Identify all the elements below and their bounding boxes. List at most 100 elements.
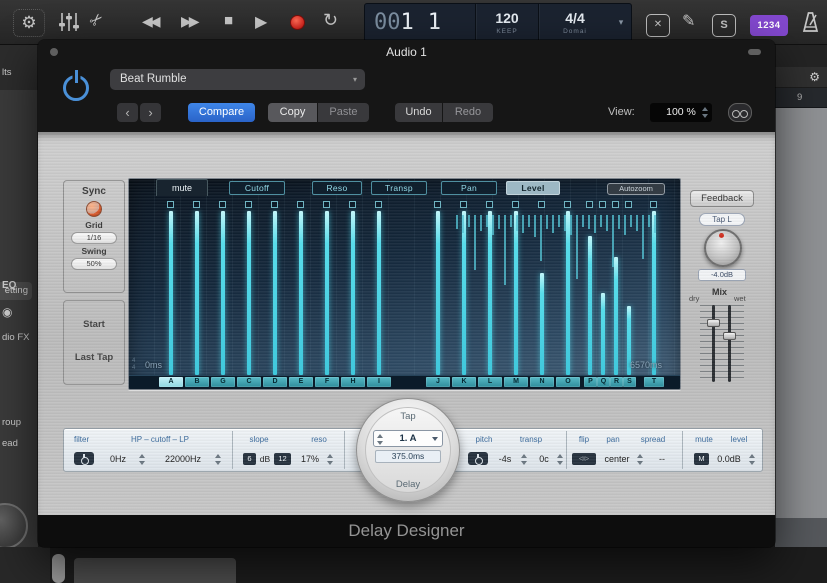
tap-letter-Q[interactable]: Q — [597, 377, 610, 387]
tap-toggle-P[interactable] — [586, 201, 593, 208]
play-button[interactable]: ▶ — [255, 12, 267, 32]
stop-button[interactable]: ■ — [224, 12, 233, 29]
level-value-field[interactable]: 0.0dB — [712, 454, 746, 464]
feedback-tap-select[interactable]: Tap L — [699, 213, 745, 226]
playhead-position[interactable]: 0011 — [365, 4, 475, 41]
audio-fx-label-cutoff[interactable]: dio FX — [2, 332, 29, 343]
view-zoom-stepper[interactable]: 100 % — [650, 103, 712, 122]
settings-gear-icon[interactable]: ⚙ — [13, 9, 45, 37]
group-label-cutoff[interactable]: roup — [2, 417, 21, 428]
tap-letter-P[interactable]: P — [584, 377, 597, 387]
previous-preset-button[interactable]: ‹ — [117, 103, 138, 122]
tap-letter-M[interactable]: M — [504, 377, 528, 387]
forward-button[interactable]: ▶▶ — [181, 13, 197, 30]
redo-button[interactable]: Redo — [443, 103, 493, 122]
dry-slider-handle[interactable] — [707, 319, 720, 327]
tap-bar-R[interactable] — [614, 257, 618, 375]
next-preset-button[interactable]: › — [140, 103, 161, 122]
tap-toggle-I[interactable] — [375, 201, 382, 208]
dry-slider[interactable] — [712, 305, 715, 382]
tap-toggle-C[interactable] — [245, 201, 252, 208]
view-tab-cutoff[interactable]: Cutoff — [229, 181, 285, 195]
record-button[interactable] — [290, 15, 305, 30]
tap-bar-Q[interactable] — [601, 293, 605, 375]
scissors-tool-icon[interactable]: ✂ — [85, 8, 109, 32]
level-stepper[interactable] — [748, 453, 756, 466]
paste-button[interactable]: Paste — [318, 103, 369, 122]
tap-bar-K[interactable] — [462, 211, 466, 375]
pitch-cents-field[interactable]: 0c — [534, 454, 554, 464]
dismiss-box-icon[interactable]: ✕ — [646, 14, 670, 37]
tap-bar-L[interactable] — [488, 211, 492, 375]
view-tab-level-selected[interactable]: Level — [506, 181, 560, 195]
tap-toggle-T[interactable] — [650, 201, 657, 208]
track-area[interactable] — [775, 108, 827, 518]
vertical-scrollbar-thumb[interactable] — [52, 554, 65, 583]
reso-stepper[interactable] — [326, 453, 334, 466]
tap-selector[interactable]: 1. A — [373, 430, 443, 447]
pencil-icon[interactable]: ✎ — [682, 11, 695, 31]
tap-bar-P[interactable] — [588, 236, 592, 375]
swing-value-field[interactable]: 50% — [71, 258, 117, 270]
plugin-power-button[interactable] — [58, 66, 94, 102]
mute-button[interactable]: M — [694, 453, 709, 465]
tap-toggle-M[interactable] — [512, 201, 519, 208]
feedback-value-field[interactable]: -4.0dB — [698, 269, 746, 281]
link-button[interactable] — [728, 103, 752, 122]
tap-letter-A[interactable]: A — [159, 377, 183, 387]
preset-select[interactable]: Beat Rumble ▾ — [110, 69, 365, 90]
hp-frequency-field[interactable]: 0Hz — [100, 454, 136, 464]
tap-toggle-R[interactable] — [612, 201, 619, 208]
view-tab-pan[interactable]: Pan — [441, 181, 497, 195]
tap-letter-F[interactable]: F — [315, 377, 339, 387]
view-tab-transp[interactable]: Transp — [371, 181, 427, 195]
tap-toggle-O[interactable] — [564, 201, 571, 208]
tempo-display[interactable]: 120 KEEP — [476, 4, 538, 41]
tap-selector-stepper[interactable] — [376, 433, 384, 446]
cycle-loop-button[interactable]: ↻ — [323, 10, 338, 31]
tap-toggle-H[interactable] — [349, 201, 356, 208]
tap-bar-B[interactable] — [195, 211, 199, 375]
last-tap-button[interactable]: Last Tap — [64, 352, 124, 363]
tap-delay-time-field[interactable]: 375.0ms — [375, 450, 441, 463]
tap-letter-G[interactable]: G — [211, 377, 235, 387]
tap-bar-I[interactable] — [377, 211, 381, 375]
mixer-icon[interactable] — [56, 11, 82, 34]
lcd-display[interactable]: 0011 120 KEEP 4/4 Domai ▾ — [364, 3, 632, 42]
view-tab-mute[interactable]: mute — [156, 179, 208, 196]
window-minimize-button[interactable] — [748, 49, 761, 55]
tap-toggle-N[interactable] — [538, 201, 545, 208]
tap-letter-E[interactable]: E — [289, 377, 313, 387]
count-in-button[interactable]: 1234 — [750, 15, 788, 36]
tap-letter-T[interactable]: T — [644, 377, 664, 387]
feedback-knob[interactable] — [704, 229, 742, 267]
tap-toggle-S[interactable] — [625, 201, 632, 208]
tap-letter-I[interactable]: I — [367, 377, 391, 387]
feedback-button[interactable]: Feedback — [690, 190, 754, 207]
tap-bar-C[interactable] — [247, 211, 251, 375]
eq-section-label[interactable]: EQ — [2, 280, 16, 291]
tap-letter-R[interactable]: R — [610, 377, 623, 387]
tap-toggle-L[interactable] — [486, 201, 493, 208]
metronome-icon[interactable] — [797, 10, 822, 35]
lp-stepper[interactable] — [214, 453, 222, 466]
tap-toggle-K[interactable] — [460, 201, 467, 208]
slope-12db-button[interactable]: 12 — [274, 453, 291, 465]
undo-button[interactable]: Undo — [395, 103, 442, 122]
view-tab-reso[interactable]: Reso — [312, 181, 362, 195]
tap-toggle-A[interactable] — [167, 201, 174, 208]
lp-frequency-field[interactable]: 22000Hz — [154, 454, 212, 464]
read-automation-cutoff[interactable]: ead — [2, 438, 18, 449]
tap-letter-D[interactable]: D — [263, 377, 287, 387]
pitch-stepper[interactable] — [520, 453, 528, 466]
wet-slider[interactable] — [728, 305, 731, 382]
tap-bar-A[interactable] — [169, 211, 173, 375]
tap-toggle-E[interactable] — [297, 201, 304, 208]
tap-bar-F[interactable] — [325, 211, 329, 375]
tap-toggle-D[interactable] — [271, 201, 278, 208]
start-button[interactable]: Start — [64, 319, 124, 330]
tap-bar-M[interactable] — [514, 211, 518, 375]
tap-bar-E[interactable] — [299, 211, 303, 375]
tap-bar-D[interactable] — [273, 211, 277, 375]
tap-toggle-Q[interactable] — [599, 201, 606, 208]
